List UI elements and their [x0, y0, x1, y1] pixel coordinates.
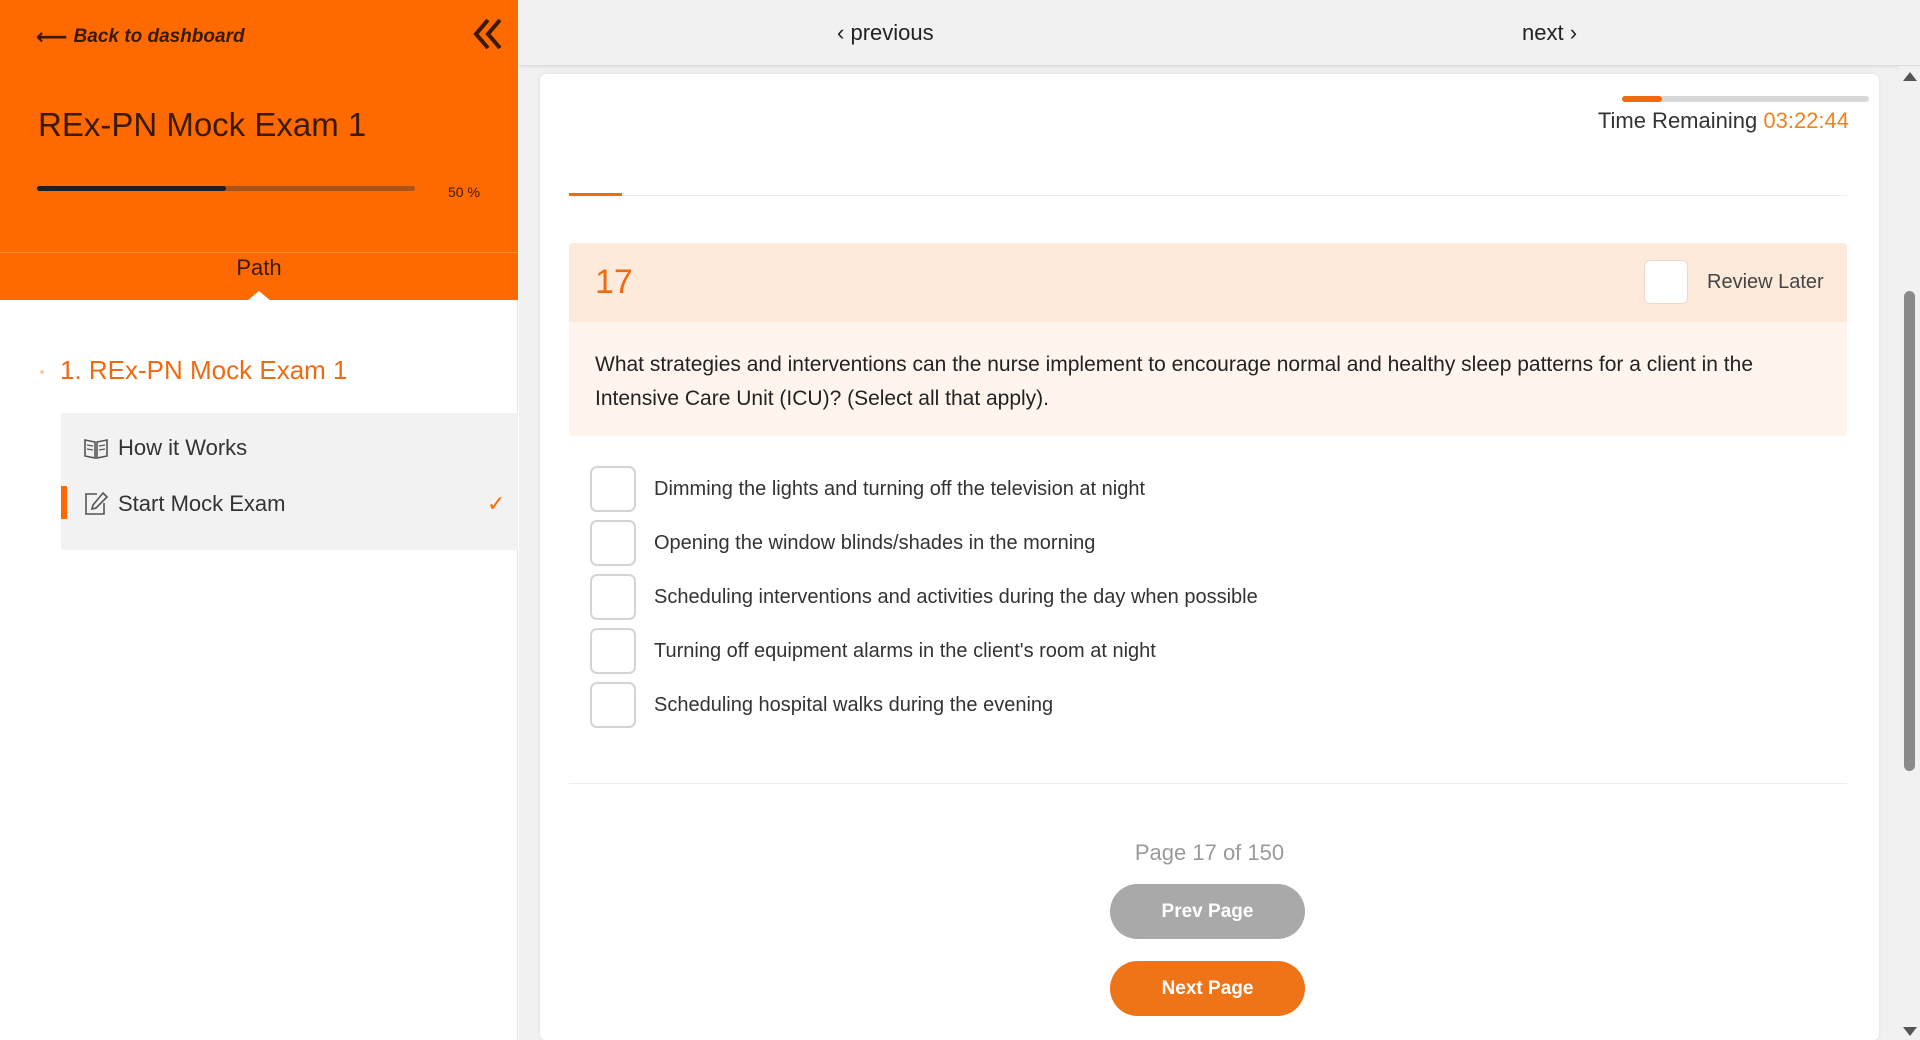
review-later-checkbox[interactable]: [1644, 260, 1688, 304]
edit-icon: [85, 491, 109, 515]
scroll-down-arrow-icon[interactable]: [1903, 1027, 1917, 1036]
divider-accent: [569, 193, 622, 196]
timer-progress-fill: [1622, 96, 1662, 102]
time-remaining: Time Remaining 03:22:44: [1598, 108, 1849, 134]
back-to-dashboard-link[interactable]: ⟵ Back to dashboard: [36, 24, 245, 50]
scrollbar[interactable]: [1899, 66, 1920, 1040]
answer-option-label: Opening the window blinds/shades in the …: [654, 531, 1096, 554]
question-nav-bar: ‹ previous next ›: [519, 0, 1920, 66]
exam-title: REx-PN Mock Exam 1: [38, 106, 367, 143]
arrow-left-icon: ⟵: [36, 24, 68, 49]
section-bullet: [40, 370, 44, 374]
question-header: 17 Review Later: [569, 243, 1847, 322]
answer-checkbox[interactable]: [590, 520, 636, 566]
page-indicator: Page 17 of 150: [1134, 840, 1285, 865]
tab-path[interactable]: Path: [0, 252, 518, 301]
course-progress-bar: [37, 186, 415, 191]
answer-option[interactable]: Scheduling interventions and activities …: [590, 574, 1258, 620]
scrollbar-thumb[interactable]: [1904, 291, 1915, 771]
question-box: 17 Review Later What strategies and inte…: [569, 243, 1847, 436]
answer-option-label: Dimming the lights and turning off the t…: [654, 477, 1146, 500]
checkmark-icon: ✓: [487, 491, 506, 516]
answer-option-label: Scheduling hospital walks during the eve…: [654, 693, 1054, 716]
sidebar: ⟵ Back to dashboard REx-PN Mock Exam 1 5…: [0, 0, 518, 1040]
answer-option[interactable]: Opening the window blinds/shades in the …: [590, 520, 1095, 566]
answer-checkbox[interactable]: [590, 466, 636, 512]
lesson-label-start-mock-exam: Start Mock Exam: [118, 491, 286, 516]
review-later-toggle[interactable]: Review Later: [1644, 260, 1824, 304]
next-question-link[interactable]: next ›: [1522, 20, 1577, 46]
chevron-left-icon: ‹: [837, 20, 851, 45]
lesson-list: How it Works Start Mock Exam ✓: [61, 413, 518, 550]
collapse-sidebar-button[interactable]: [470, 16, 506, 52]
double-chevron-left-icon: [473, 18, 502, 50]
main-content: ‹ previous next › Time Remaining 03:22:4…: [519, 0, 1920, 1040]
course-progress-percent: 50 %: [448, 184, 480, 200]
next-page-button[interactable]: Next Page: [1110, 961, 1305, 1016]
answer-option-label: Scheduling interventions and activities …: [654, 585, 1258, 608]
lesson-item-how-it-works[interactable]: How it Works: [61, 422, 518, 474]
next-label: next: [1522, 20, 1564, 45]
time-remaining-label: Time Remaining: [1597, 108, 1758, 133]
answer-option-label: Turning off equipment alarms in the clie…: [654, 639, 1156, 662]
answer-option[interactable]: Scheduling hospital walks during the eve…: [590, 682, 1053, 728]
scroll-up-arrow-icon[interactable]: [1903, 72, 1917, 81]
divider: [569, 783, 1847, 784]
back-to-dashboard-label: Back to dashboard: [73, 26, 245, 47]
tab-path-label: Path: [236, 255, 282, 280]
active-tab-indicator: [247, 291, 271, 301]
previous-question-link[interactable]: ‹ previous: [837, 20, 934, 46]
lesson-label-how-it-works: How it Works: [118, 435, 248, 460]
time-remaining-value: 03:22:44: [1763, 108, 1849, 133]
answer-option[interactable]: Dimming the lights and turning off the t…: [590, 466, 1145, 512]
course-progress-fill: [37, 186, 226, 191]
question-text: What strategies and interventions can th…: [595, 353, 1754, 410]
answer-checkbox[interactable]: [590, 628, 636, 674]
timer-progress-bar: [1622, 96, 1869, 102]
answer-checkbox[interactable]: [590, 574, 636, 620]
section-title[interactable]: 1. REx-PN Mock Exam 1: [60, 355, 348, 386]
answer-checkbox[interactable]: [590, 682, 636, 728]
sidebar-header: ⟵ Back to dashboard REx-PN Mock Exam 1 5…: [0, 0, 518, 252]
chevron-right-icon: ›: [1563, 20, 1578, 45]
previous-label: previous: [850, 20, 934, 45]
active-lesson-marker: [61, 486, 67, 519]
question-card: Time Remaining 03:22:44 17 Review Later …: [540, 74, 1879, 1040]
book-icon: [84, 439, 108, 459]
review-later-label: Review Later: [1707, 270, 1824, 293]
divider: [569, 195, 1847, 196]
question-number: 17: [595, 263, 633, 301]
answer-option[interactable]: Turning off equipment alarms in the clie…: [590, 628, 1156, 674]
lesson-item-start-mock-exam[interactable]: Start Mock Exam ✓: [61, 478, 518, 530]
prev-page-button[interactable]: Prev Page: [1110, 884, 1305, 939]
